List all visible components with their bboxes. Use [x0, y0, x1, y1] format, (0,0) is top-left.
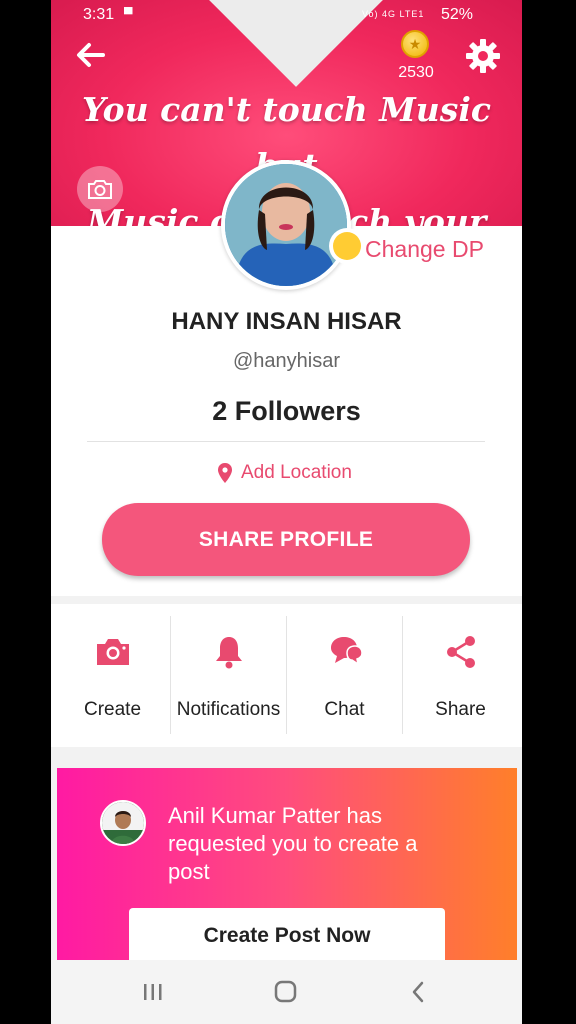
tongue-emoji-icon	[329, 228, 365, 264]
action-create-label: Create	[83, 699, 142, 720]
message-icon: ▀	[124, 7, 133, 21]
action-chat-label: Chat	[324, 699, 365, 720]
settings-button[interactable]	[463, 36, 503, 76]
followers-count[interactable]: 2 Followers	[51, 396, 522, 427]
gear-icon	[466, 39, 500, 73]
action-share-label: Share	[435, 699, 486, 720]
add-location-label: Add Location	[241, 462, 352, 483]
back-arrow-icon	[77, 43, 105, 67]
divider	[87, 441, 485, 442]
request-message: Anil Kumar Patter has requested you to c…	[168, 803, 418, 884]
profile-avatar[interactable]	[221, 160, 351, 290]
system-nav-bar	[51, 960, 522, 1024]
status-bar: 3:31 ▀ Vo) 4G LTE1 52%	[51, 0, 522, 32]
home-button[interactable]	[265, 974, 305, 1010]
action-notifications-label: Notifications	[176, 699, 281, 720]
change-cover-button[interactable]	[77, 166, 123, 212]
action-create[interactable]: Create	[55, 616, 170, 736]
share-icon	[447, 636, 475, 668]
phone-screen: 3:31 ▀ Vo) 4G LTE1 52% ★ 2530 You can't …	[51, 0, 522, 1024]
chevron-left-icon	[412, 981, 424, 1003]
change-dp-button[interactable]: Change DP	[329, 226, 489, 270]
action-chat[interactable]: Chat	[287, 616, 402, 736]
requester-photo	[102, 802, 144, 844]
requester-avatar	[100, 800, 146, 846]
share-profile-button[interactable]: SHARE PROFILE	[102, 503, 470, 576]
status-time: 3:31	[83, 6, 115, 23]
camera-icon	[97, 639, 129, 665]
camera-icon	[88, 180, 112, 199]
profile-name: HANY INSAN HISAR	[171, 308, 402, 335]
chat-icon	[331, 637, 363, 666]
back-button[interactable]	[73, 38, 113, 78]
recent-apps-button[interactable]	[133, 974, 173, 1010]
bell-icon	[216, 637, 242, 669]
coin-count: 2530	[398, 64, 434, 81]
home-icon	[274, 980, 297, 1003]
profile-handle: @hanyhisar	[232, 350, 341, 372]
change-dp-label: Change DP	[365, 236, 484, 262]
coin-icon[interactable]: ★	[401, 30, 429, 58]
recent-apps-icon	[144, 984, 162, 1000]
back-nav-button[interactable]	[399, 974, 439, 1010]
create-post-now-button[interactable]: Create Post Now	[129, 908, 445, 966]
action-share[interactable]: Share	[403, 616, 518, 736]
action-notifications[interactable]: Notifications	[171, 616, 286, 736]
battery-level: 52%	[441, 6, 474, 23]
location-pin-icon	[218, 463, 232, 483]
create-post-request-banner: Anil Kumar Patter has requested you to c…	[57, 768, 517, 968]
actions-row: Create Notifications Chat Share	[51, 604, 522, 747]
network-indicator: Vo) 4G LTE1	[362, 9, 425, 19]
